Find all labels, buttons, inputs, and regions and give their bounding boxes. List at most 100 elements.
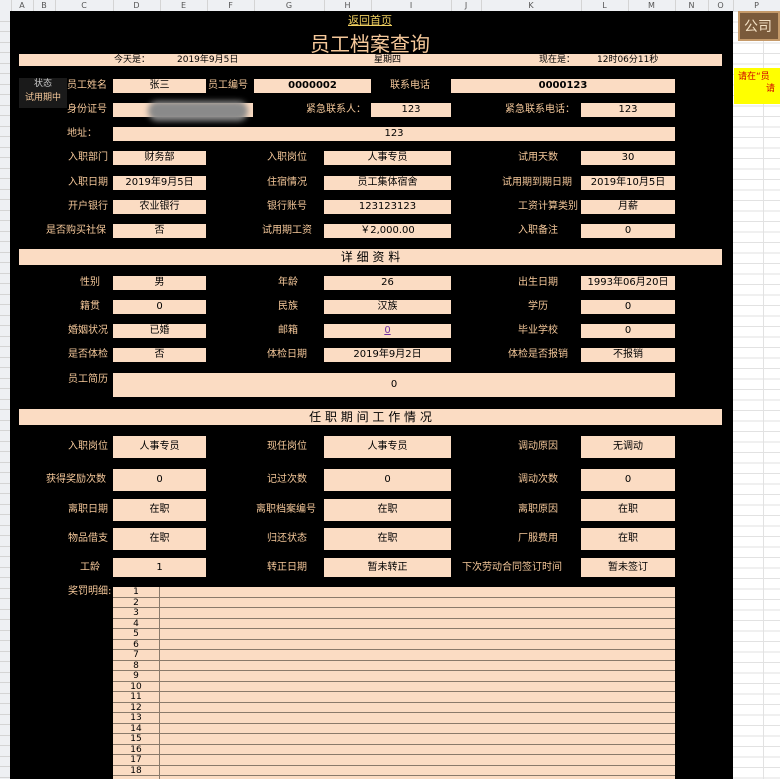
leave-date-field[interactable]: 在职 [113, 499, 206, 521]
work-entry-post-field[interactable]: 人事专员 [113, 436, 206, 458]
emergency-contact-field[interactable]: 123 [371, 103, 451, 117]
exam-date-label: 体检日期 [267, 349, 307, 360]
rewards-row[interactable]: 9 [113, 671, 675, 682]
exam-reimburse-field[interactable]: 不报销 [581, 348, 675, 362]
leave-file-field[interactable]: 在职 [324, 499, 451, 521]
rewards-row[interactable]: 11 [113, 692, 675, 703]
col-n[interactable]: N [675, 0, 709, 11]
education-label: 学历 [528, 301, 548, 312]
rewards-row-number: 6 [133, 639, 139, 650]
account-field[interactable]: 123123123 [324, 200, 451, 214]
physical-exam-label: 是否体检 [68, 349, 108, 360]
col-a[interactable]: A [11, 0, 34, 11]
rewards-row-number: 9 [133, 671, 139, 681]
transfers-count-field[interactable]: 0 [581, 469, 675, 491]
col-p[interactable]: P [733, 0, 780, 11]
entry-date-field[interactable]: 2019年9月5日 [113, 176, 206, 190]
col-i[interactable]: I [371, 0, 452, 11]
trial-days-field[interactable]: 30 [581, 151, 675, 165]
salary-type-field[interactable]: 月薪 [581, 200, 675, 214]
rewards-row[interactable]: 16 [113, 745, 675, 755]
col-f[interactable]: F [207, 0, 255, 11]
seniority-field[interactable]: 1 [113, 558, 206, 577]
bank-label: 开户银行 [68, 201, 108, 212]
rewards-row[interactable]: 3 [113, 608, 675, 619]
name-field[interactable]: 张三 [113, 79, 206, 93]
status-box: 状态 试用期中 [19, 78, 67, 108]
return-home-link[interactable]: 返回首页 [330, 12, 410, 28]
col-m[interactable]: M [628, 0, 676, 11]
entry-note-field[interactable]: 0 [581, 224, 675, 238]
phone-field[interactable]: 0000123 [451, 79, 675, 93]
rewards-row[interactable]: 2 [113, 597, 675, 608]
regular-date-field[interactable]: 暂未转正 [324, 558, 451, 577]
rewards-row[interactable]: 6 [113, 639, 675, 650]
return-status-field[interactable]: 在职 [324, 528, 451, 550]
rewards-row[interactable]: 14 [113, 724, 675, 734]
col-b[interactable]: B [33, 0, 56, 11]
col-o[interactable]: O [708, 0, 734, 11]
account-label: 银行账号 [267, 201, 307, 212]
col-j[interactable]: J [451, 0, 482, 11]
col-l[interactable]: L [581, 0, 629, 11]
department-field[interactable]: 财务部 [113, 151, 206, 165]
ethnic-field[interactable]: 汉族 [324, 300, 451, 314]
address-field[interactable]: 123 [113, 127, 675, 141]
awards-count-field[interactable]: 0 [113, 469, 206, 491]
rewards-row-number: 5 [133, 629, 139, 639]
rewards-row[interactable]: 15 [113, 734, 675, 745]
contract-date-field[interactable]: 暂未签订 [581, 558, 675, 577]
phone-label: 联系电话 [390, 80, 430, 91]
return-status-label: 归还状态 [267, 533, 307, 544]
housing-field[interactable]: 员工集体宿舍 [324, 176, 451, 190]
rewards-row[interactable]: 5 [113, 629, 675, 640]
marital-field[interactable]: 已婚 [113, 324, 206, 338]
birth-field[interactable]: 1993年06月20日 [581, 276, 675, 290]
rewards-row[interactable]: 13 [113, 713, 675, 724]
rewards-table[interactable]: 1 2 3 4 5 6 7 8 9 10 11 12 13 14 15 16 17 18 [113, 587, 675, 779]
entry-post-field[interactable]: 人事专员 [324, 151, 451, 165]
physical-exam-field[interactable]: 否 [113, 348, 206, 362]
insurance-field[interactable]: 否 [113, 224, 206, 238]
school-field[interactable]: 0 [581, 324, 675, 338]
age-field[interactable]: 26 [324, 276, 451, 290]
col-g[interactable]: G [254, 0, 325, 11]
exam-reimburse-label: 体检是否报销 [508, 349, 568, 360]
col-k[interactable]: K [481, 0, 582, 11]
resume-label: 员工简历 [68, 374, 108, 385]
now-value: 12时06分11秒 [597, 55, 659, 65]
rewards-row[interactable]: 8 [113, 661, 675, 671]
exam-date-field[interactable]: 2019年9月2日 [324, 348, 451, 362]
bank-field[interactable]: 农业银行 [113, 200, 206, 214]
rewards-row[interactable]: 1 [113, 587, 675, 598]
origin-field[interactable]: 0 [113, 300, 206, 314]
emergency-phone-field[interactable]: 123 [581, 103, 675, 117]
trial-end-field[interactable]: 2019年10月5日 [581, 176, 675, 190]
rewards-row[interactable]: 17 [113, 755, 675, 766]
col-h[interactable]: H [324, 0, 372, 11]
redacted-blur [148, 101, 248, 121]
rewards-row[interactable]: 10 [113, 682, 675, 692]
company-button[interactable]: 公司 [738, 11, 780, 41]
email-field[interactable]: 0 [324, 324, 451, 338]
items-loan-field[interactable]: 在职 [113, 528, 206, 550]
resume-field[interactable]: 0 [113, 373, 675, 397]
uniform-cost-field[interactable]: 在职 [581, 528, 675, 550]
trial-wage-field[interactable]: ￥2,000.00 [324, 224, 451, 238]
employee-id-field[interactable]: 0000002 [254, 79, 371, 93]
col-c[interactable]: C [55, 0, 114, 11]
current-post-field[interactable]: 人事专员 [324, 436, 451, 458]
leave-reason-field[interactable]: 在职 [581, 499, 675, 521]
rewards-row[interactable]: 7 [113, 650, 675, 661]
rewards-row[interactable]: 12 [113, 703, 675, 713]
rewards-row[interactable]: 4 [113, 619, 675, 629]
rewards-row-number: 2 [133, 597, 139, 608]
col-d[interactable]: D [113, 0, 161, 11]
col-e[interactable]: E [160, 0, 208, 11]
rewards-row[interactable]: 18 [113, 766, 675, 776]
gender-field[interactable]: 男 [113, 276, 206, 290]
transfer-reason-field[interactable]: 无调动 [581, 436, 675, 458]
demerits-count-field[interactable]: 0 [324, 469, 451, 491]
education-field[interactable]: 0 [581, 300, 675, 314]
insurance-label: 是否购买社保 [46, 225, 106, 236]
